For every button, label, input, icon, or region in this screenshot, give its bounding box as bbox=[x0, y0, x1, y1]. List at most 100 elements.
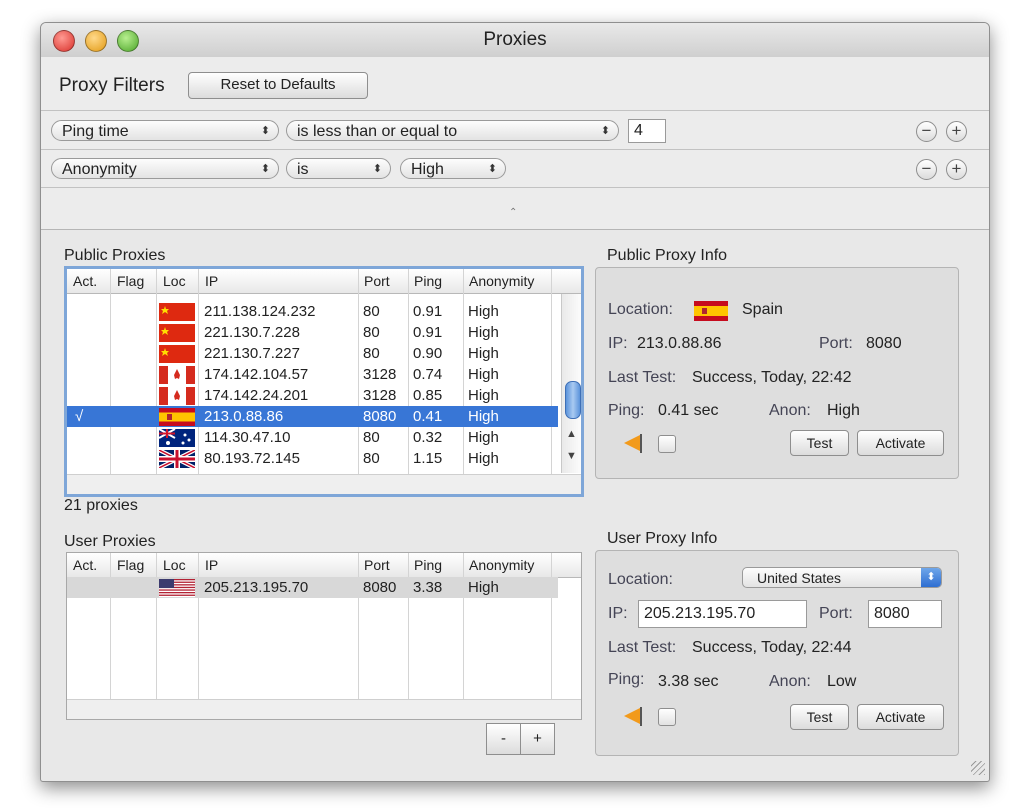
filters-heading: Proxy Filters bbox=[59, 75, 165, 96]
table-row[interactable]: 80.193.72.145 80 1.15 High bbox=[67, 448, 558, 470]
column-divider bbox=[358, 553, 359, 699]
ping-cell: 0.91 bbox=[413, 324, 443, 341]
table-row[interactable]: 221.130.7.227 80 0.90 High bbox=[67, 343, 558, 364]
ping-label: Ping: bbox=[608, 402, 645, 419]
port-cell: 80 bbox=[363, 324, 380, 341]
filter-value-field-1[interactable]: 4 bbox=[628, 119, 666, 143]
location-select[interactable]: United States ⬍ bbox=[742, 567, 942, 588]
ip-cell: 211.138.124.232 bbox=[204, 303, 316, 320]
anonymity-cell: High bbox=[468, 579, 499, 596]
activate-button[interactable]: Activate bbox=[857, 430, 944, 456]
filter-field-popup-2[interactable]: Anonymity ⬍ bbox=[51, 158, 279, 179]
test-button[interactable]: Test bbox=[790, 704, 849, 730]
ip-field[interactable]: 205.213.195.70 bbox=[638, 600, 807, 628]
ip-value: 213.0.88.86 bbox=[637, 335, 722, 352]
remove-icon[interactable]: − bbox=[916, 159, 937, 180]
popup-value: Anonymity bbox=[62, 161, 137, 178]
flag-icon bbox=[159, 345, 195, 363]
column-header-anonymity[interactable]: Anonymity bbox=[469, 273, 534, 289]
public-info-heading: Public Proxy Info bbox=[607, 247, 728, 264]
popup-arrows-icon: ⬍ bbox=[600, 125, 610, 137]
marker-flag-icon bbox=[622, 706, 644, 726]
column-header-act[interactable]: Act. bbox=[73, 557, 97, 573]
ip-cell: 221.130.7.227 bbox=[204, 345, 300, 362]
column-header-loc[interactable]: Loc bbox=[163, 273, 186, 289]
flag-icon bbox=[159, 324, 195, 342]
column-header-port[interactable]: Port bbox=[364, 273, 390, 289]
filter-operator-popup-1[interactable]: is less than or equal to ⬍ bbox=[286, 120, 619, 141]
column-header-ping[interactable]: Ping bbox=[414, 557, 442, 573]
scroll-thumb[interactable] bbox=[565, 381, 581, 419]
vertical-scrollbar[interactable]: ▲ ▼ bbox=[561, 294, 581, 473]
scroll-up-icon[interactable]: ▲ bbox=[566, 428, 577, 440]
flag-icon bbox=[159, 579, 195, 597]
user-proxies-table[interactable]: Act. Flag Loc IP Port Ping Anonymity 205… bbox=[66, 552, 582, 720]
port-label: Port: bbox=[819, 335, 853, 352]
column-header-ping[interactable]: Ping bbox=[414, 273, 442, 289]
table-row[interactable]: 174.142.24.201 3128 0.85 High bbox=[67, 385, 558, 406]
mark-checkbox[interactable] bbox=[658, 708, 676, 726]
resize-grip-icon[interactable] bbox=[971, 761, 985, 775]
column-header-act[interactable]: Act. bbox=[73, 273, 97, 289]
filter-field-popup-1[interactable]: Ping time ⬍ bbox=[51, 120, 279, 141]
port-field[interactable]: 8080 bbox=[868, 600, 942, 628]
column-divider bbox=[551, 553, 552, 699]
column-header-loc[interactable]: Loc bbox=[163, 557, 186, 573]
ping-label: Ping: bbox=[608, 671, 645, 688]
ping-cell: 3.38 bbox=[413, 579, 443, 596]
flag-icon bbox=[158, 448, 196, 470]
add-icon[interactable]: + bbox=[946, 121, 967, 142]
ip-label: IP: bbox=[608, 335, 628, 352]
horizontal-scrollbar[interactable] bbox=[67, 474, 581, 494]
table-row[interactable]: 205.213.195.70 8080 3.38 High bbox=[67, 577, 558, 598]
port-cell: 80 bbox=[363, 429, 380, 446]
popup-value: is bbox=[297, 161, 309, 178]
window-title: Proxies bbox=[483, 29, 547, 50]
column-header-port[interactable]: Port bbox=[364, 557, 390, 573]
filter-operator-popup-2[interactable]: is ⬍ bbox=[286, 158, 391, 179]
last-test-value: Success, Today, 22:44 bbox=[692, 639, 852, 656]
port-cell: 80 bbox=[363, 450, 380, 467]
anonymity-cell: High bbox=[468, 345, 499, 362]
scroll-down-icon[interactable]: ▼ bbox=[566, 450, 577, 462]
table-row[interactable]: 211.138.124.232 80 0.91 High bbox=[67, 301, 558, 322]
table-row[interactable]: 114.30.47.10 80 0.32 High bbox=[67, 427, 558, 448]
table-row[interactable]: √ 213.0.88.86 8080 0.41 High bbox=[67, 406, 558, 427]
port-cell: 3128 bbox=[363, 387, 397, 404]
add-proxy-button[interactable]: + bbox=[520, 723, 555, 755]
anonymity-cell: High bbox=[468, 408, 499, 425]
port-cell: 8080 bbox=[363, 408, 397, 425]
table-row[interactable]: 221.130.7.228 80 0.91 High bbox=[67, 322, 558, 343]
remove-proxy-button[interactable]: - bbox=[486, 723, 521, 755]
remove-icon[interactable]: − bbox=[916, 121, 937, 142]
test-button[interactable]: Test bbox=[790, 430, 849, 456]
column-header-flag[interactable]: Flag bbox=[117, 273, 144, 289]
filter-value-popup-2[interactable]: High ⬍ bbox=[400, 158, 506, 179]
column-header-ip[interactable]: IP bbox=[205, 273, 218, 289]
mark-checkbox[interactable] bbox=[658, 435, 676, 453]
column-header-anonymity[interactable]: Anonymity bbox=[469, 557, 534, 573]
column-header-flag[interactable]: Flag bbox=[117, 557, 144, 573]
column-divider bbox=[110, 553, 111, 699]
location-value: Spain bbox=[742, 301, 783, 318]
proxy-count: 21 proxies bbox=[64, 497, 138, 514]
ip-cell: 114.30.47.10 bbox=[204, 429, 291, 446]
select-value: United States bbox=[757, 570, 842, 586]
flag-icon bbox=[159, 303, 195, 321]
reset-defaults-button[interactable]: Reset to Defaults bbox=[188, 72, 368, 99]
add-icon[interactable]: + bbox=[946, 159, 967, 180]
column-header-ip[interactable]: IP bbox=[205, 557, 218, 573]
port-value: 8080 bbox=[866, 335, 902, 352]
anonymity-cell: High bbox=[468, 387, 499, 404]
activate-button[interactable]: Activate bbox=[857, 704, 944, 730]
split-handle-icon[interactable]: ⌃ bbox=[509, 207, 517, 218]
ip-cell: 174.142.104.57 bbox=[204, 366, 309, 383]
popup-arrows-icon: ⬍ bbox=[487, 163, 497, 175]
public-proxy-info-panel: Location: Spain IP: 213.0.88.86 Port: 80… bbox=[595, 267, 959, 479]
location-label: Location: bbox=[608, 301, 673, 318]
popup-value: High bbox=[411, 161, 444, 178]
table-row[interactable]: 174.142.104.57 3128 0.74 High bbox=[67, 364, 558, 385]
horizontal-scrollbar[interactable] bbox=[67, 699, 581, 719]
act-cell: √ bbox=[75, 408, 84, 425]
public-proxies-table[interactable]: Act. Flag Loc IP Port Ping Anonymity 211… bbox=[64, 266, 584, 497]
